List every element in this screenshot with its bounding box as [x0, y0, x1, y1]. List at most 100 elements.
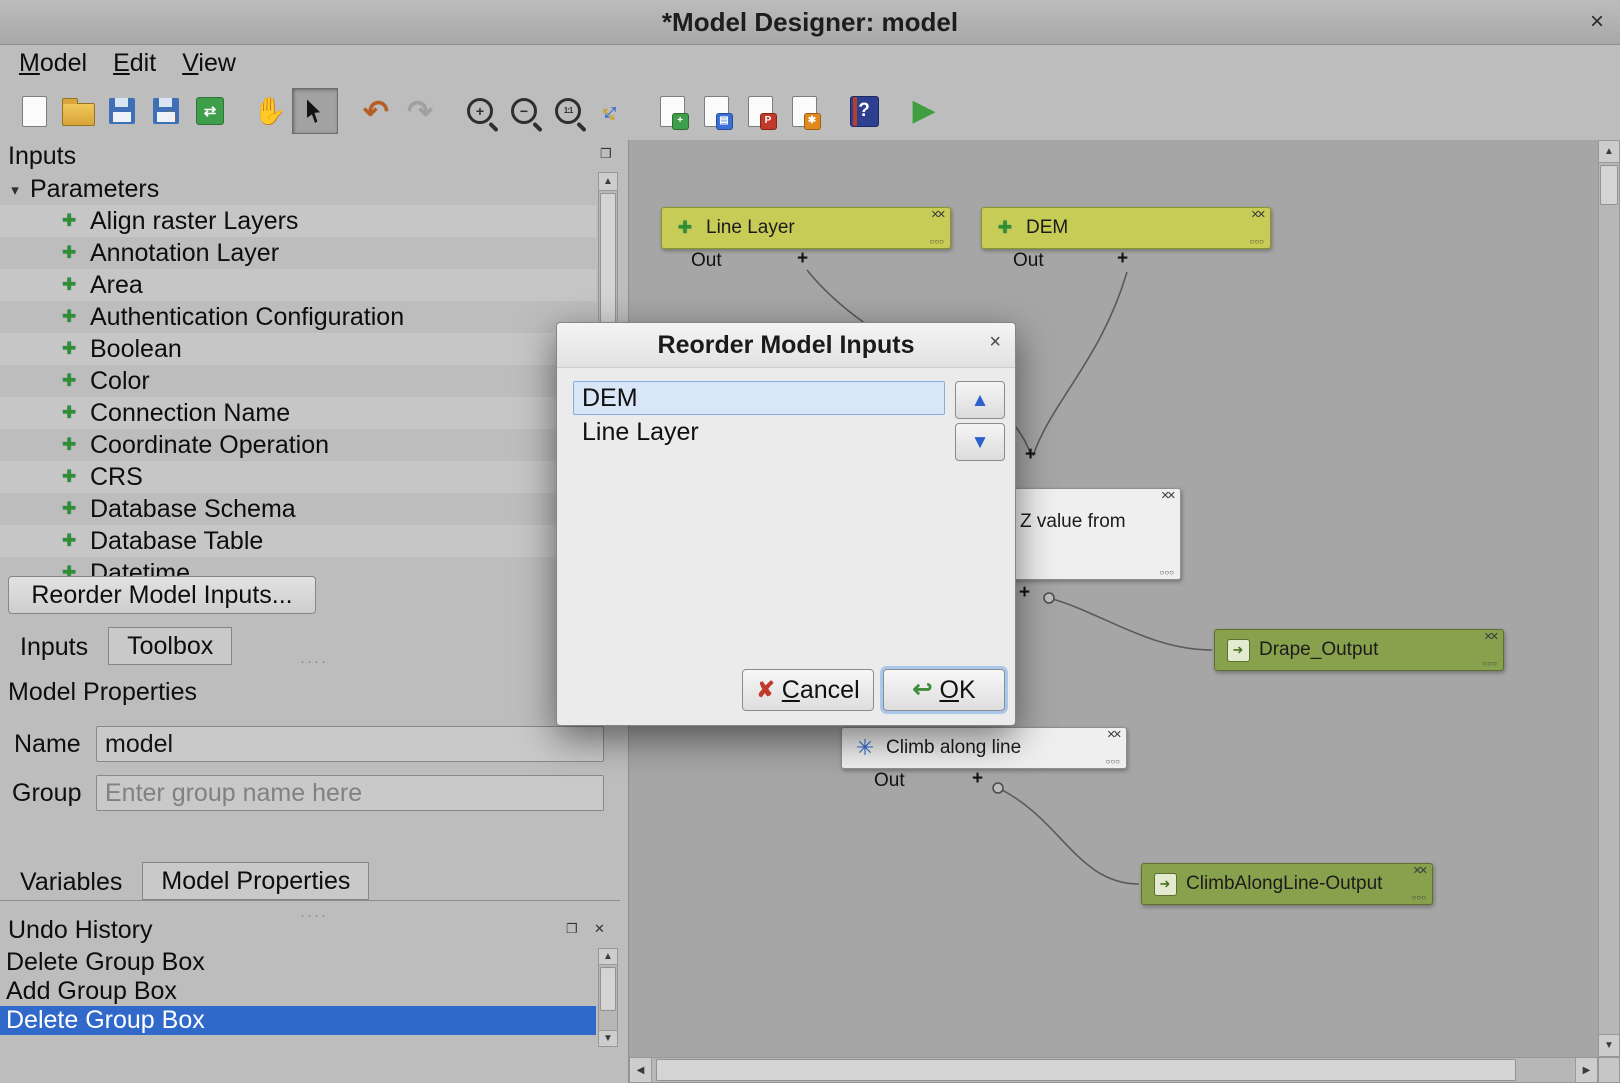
new-model-button[interactable]	[12, 89, 56, 133]
comment-dots-icon[interactable]: ○○○	[930, 238, 945, 246]
zoom-in-button[interactable]: +	[458, 89, 502, 133]
model-group-input[interactable]	[96, 775, 604, 811]
tree-item-area[interactable]: ✚Area	[0, 269, 596, 301]
tab-model-properties[interactable]: Model Properties	[142, 862, 369, 900]
dialog-titlebar[interactable]: Reorder Model Inputs ×	[557, 323, 1015, 368]
window-titlebar[interactable]: *Model Designer: model ×	[0, 0, 1620, 45]
save-model-in-project-button[interactable]: ⇄	[188, 89, 232, 133]
undo-item[interactable]: Delete Group Box	[0, 948, 596, 977]
reorder-list-item-dem[interactable]: DEM	[573, 381, 945, 415]
comment-dots-icon[interactable]: ○○○	[1250, 238, 1265, 246]
port-expand-plus[interactable]: +	[972, 768, 983, 790]
collapse-icon[interactable]: ✕✕	[1107, 730, 1119, 741]
scroll-left-arrow[interactable]: ◀	[630, 1058, 652, 1082]
expand-caret-icon[interactable]: ▾	[0, 181, 30, 199]
scrollbar-thumb[interactable]	[1600, 165, 1618, 205]
model-properties-title: Model Properties	[8, 678, 197, 707]
reorder-list-item-line-layer[interactable]: Line Layer	[573, 415, 945, 449]
port-expand-plus[interactable]: +	[1019, 582, 1030, 604]
scroll-down-arrow[interactable]: ▼	[599, 1030, 617, 1046]
comment-dots-icon[interactable]: ○○○	[1412, 894, 1427, 902]
undo-vertical-scrollbar[interactable]: ▲ ▼	[598, 948, 618, 1047]
port-expand-plus[interactable]: +	[797, 248, 808, 270]
scroll-up-arrow[interactable]: ▲	[599, 949, 617, 965]
model-node-climb-along-line[interactable]: ✳ Climb along line ✕✕ ○○○	[841, 727, 1127, 769]
scrollbar-thumb[interactable]	[656, 1059, 1516, 1081]
comment-dots-icon[interactable]: ○○○	[1106, 758, 1121, 766]
canvas-horizontal-scrollbar[interactable]: ◀ ▶	[629, 1057, 1598, 1083]
window-close-button[interactable]: ×	[1590, 8, 1604, 36]
collapse-icon[interactable]: ✕✕	[1251, 210, 1263, 221]
undo-item[interactable]: Add Group Box	[0, 977, 596, 1006]
scroll-down-arrow[interactable]: ▼	[1599, 1034, 1619, 1056]
model-node-line-layer[interactable]: ✚ Line Layer ✕✕ ○○○	[661, 207, 951, 249]
tree-item-connection-name[interactable]: ✚Connection Name	[0, 397, 596, 429]
tree-item-boolean[interactable]: ✚Boolean	[0, 333, 596, 365]
move-up-button[interactable]: ▲	[955, 381, 1005, 419]
pan-tool-button[interactable]: ✋	[248, 89, 292, 133]
comment-dots-icon[interactable]: ○○○	[1160, 569, 1175, 577]
tree-item-database-schema[interactable]: ✚Database Schema	[0, 493, 596, 525]
model-node-drape-output[interactable]: ➜ Drape_Output ✕✕ ○○○	[1214, 629, 1504, 671]
tree-item-coordinate-operation[interactable]: ✚Coordinate Operation	[0, 429, 596, 461]
splitter-handle[interactable]: ····	[300, 654, 328, 669]
tree-item-database-table[interactable]: ✚Database Table	[0, 525, 596, 557]
tree-item-annotation-layer[interactable]: ✚Annotation Layer	[0, 237, 596, 269]
export-dxf-button[interactable]: ▤	[694, 89, 738, 133]
menu-view[interactable]: View	[169, 47, 249, 80]
undo-button[interactable]: ↶	[354, 89, 398, 133]
plus-icon: ✚	[62, 339, 90, 359]
port-expand-plus[interactable]: +	[1117, 248, 1128, 270]
cancel-button[interactable]: ✘ Cancel	[742, 669, 874, 711]
dialog-close-button[interactable]: ×	[989, 331, 1001, 354]
canvas-vertical-scrollbar[interactable]: ▲ ▼	[1598, 140, 1620, 1057]
undo-item-selected[interactable]: Delete Group Box	[0, 1006, 596, 1035]
zoom-full-button[interactable]: ↔↕	[590, 89, 634, 133]
model-node-dem[interactable]: ✚ DEM ✕✕ ○○○	[981, 207, 1271, 249]
export-image-button[interactable]: +	[650, 89, 694, 133]
comment-dots-icon[interactable]: ○○○	[1483, 660, 1498, 668]
zoom-out-button[interactable]: −	[502, 89, 546, 133]
save-model-as-button[interactable]: ✎	[144, 89, 188, 133]
tree-item-align-raster-layers[interactable]: ✚Align raster Layers	[0, 205, 596, 237]
select-tool-button[interactable]	[292, 88, 338, 134]
collapse-icon[interactable]: ✕✕	[931, 210, 943, 221]
scroll-up-arrow[interactable]: ▲	[1599, 141, 1619, 163]
redo-button[interactable]: ↷	[398, 89, 442, 133]
port-expand-plus[interactable]: +	[1025, 444, 1036, 466]
reorder-model-inputs-button[interactable]: Reorder Model Inputs...	[8, 576, 316, 614]
open-model-button[interactable]	[56, 89, 100, 133]
run-model-button[interactable]: ▶	[902, 89, 946, 133]
tree-item-crs[interactable]: ✚CRS	[0, 461, 596, 493]
collapse-icon[interactable]: ✕✕	[1413, 866, 1425, 877]
close-panel-icon[interactable]: ✕	[594, 922, 605, 935]
tab-variables[interactable]: Variables	[2, 864, 140, 900]
float-panel-icon[interactable]: ❐	[566, 922, 578, 935]
export-svg-button[interactable]: ✱	[782, 89, 826, 133]
model-name-input[interactable]	[96, 726, 604, 762]
reorder-model-inputs-dialog[interactable]: Reorder Model Inputs × DEM Line Layer ▲ …	[556, 322, 1016, 726]
move-down-button[interactable]: ▼	[955, 423, 1005, 461]
ok-button[interactable]: ↩ OK	[883, 669, 1005, 711]
collapse-icon[interactable]: ✕✕	[1484, 632, 1496, 643]
save-model-button[interactable]	[100, 89, 144, 133]
tab-inputs[interactable]: Inputs	[2, 629, 106, 665]
collapse-icon[interactable]: ✕✕	[1161, 491, 1173, 502]
tree-item-color[interactable]: ✚Color	[0, 365, 596, 397]
tree-item-datetime[interactable]: ✚Datetime	[0, 557, 596, 578]
float-panel-icon[interactable]: ❐	[600, 147, 612, 160]
scroll-up-arrow[interactable]: ▲	[599, 173, 617, 191]
splitter-handle[interactable]: ····	[300, 908, 328, 923]
export-pdf-button[interactable]: P	[738, 89, 782, 133]
scrollbar-thumb[interactable]	[600, 967, 616, 1011]
tree-group-parameters[interactable]: ▾ Parameters	[0, 174, 596, 205]
plus-icon: ✚	[62, 211, 90, 231]
tree-item-authentication-configuration[interactable]: ✚Authentication Configuration	[0, 301, 596, 333]
scroll-right-arrow[interactable]: ▶	[1575, 1058, 1597, 1082]
tab-toolbox[interactable]: Toolbox	[108, 627, 232, 665]
model-node-climbalongline-output[interactable]: ➜ ClimbAlongLine-Output ✕✕ ○○○	[1141, 863, 1433, 905]
menu-edit[interactable]: Edit	[100, 47, 169, 80]
menu-model[interactable]: Model	[6, 47, 100, 80]
zoom-actual-button[interactable]: 1:1	[546, 89, 590, 133]
help-button[interactable]: ?	[842, 89, 886, 133]
